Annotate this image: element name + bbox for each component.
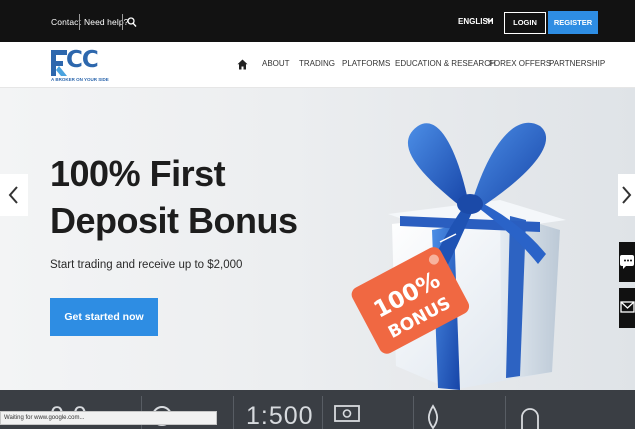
- carousel-prev-button[interactable]: [0, 174, 28, 216]
- logo-tagline: A BROKER ON YOUR SIDE: [51, 77, 109, 82]
- gift-box-illustration: 100% BONUS: [351, 122, 566, 390]
- mail-icon: [620, 301, 635, 313]
- logo-wordmark: CC: [66, 47, 99, 73]
- contact-link[interactable]: Contact: [51, 17, 81, 27]
- chat-icon: [620, 255, 634, 269]
- chevron-down-icon: [486, 18, 493, 23]
- fxcc-logo[interactable]: CC A BROKER ON YOUR SIDE: [51, 47, 121, 84]
- divider: [413, 396, 414, 429]
- chevron-left-icon: [8, 186, 18, 204]
- divider: [322, 396, 323, 429]
- banknote-icon: [334, 404, 360, 429]
- stat-value: 1:500: [246, 402, 314, 429]
- top-utility-bar: Contact Need help? ENGLISH LOGIN REGISTE…: [0, 0, 635, 42]
- hero-banner: 100% First Deposit Bonus Start trading a…: [0, 88, 635, 390]
- divider: [233, 396, 234, 429]
- chevron-right-icon: [622, 186, 632, 204]
- nav-trading[interactable]: TRADING: [299, 59, 335, 68]
- hero-title: 100% First Deposit Bonus: [50, 150, 298, 244]
- nav-education-research[interactable]: EDUCATION & RESEARCH: [395, 59, 496, 68]
- language-selector[interactable]: ENGLISH: [458, 17, 494, 26]
- divider: [505, 396, 506, 429]
- register-button[interactable]: REGISTER: [548, 11, 598, 34]
- nav-about[interactable]: ABOUT: [262, 59, 290, 68]
- email-button[interactable]: [619, 288, 635, 328]
- get-started-button[interactable]: Get started now: [50, 298, 158, 336]
- nav-forex-offers[interactable]: FOREX OFFERS: [489, 59, 551, 68]
- divider: [79, 14, 80, 30]
- stat-icon: [424, 404, 442, 429]
- stat-icon: [518, 402, 542, 429]
- main-header: CC A BROKER ON YOUR SIDE ABOUT TRADING P…: [0, 42, 635, 88]
- search-icon[interactable]: [127, 15, 137, 33]
- carousel-next-button[interactable]: [618, 174, 635, 216]
- nav-partnership[interactable]: PARTNERSHIP: [549, 59, 605, 68]
- logo-mark-icon: [51, 50, 67, 76]
- login-button[interactable]: LOGIN: [504, 12, 546, 34]
- home-icon[interactable]: [237, 57, 248, 75]
- hero-title-line: Deposit Bonus: [50, 200, 298, 241]
- divider: [122, 14, 123, 30]
- nav-platforms[interactable]: PLATFORMS: [342, 59, 390, 68]
- live-chat-button[interactable]: [619, 242, 635, 282]
- hero-title-line: 100% First: [50, 153, 226, 194]
- browser-status-bar: Waiting for www.google.com...: [0, 411, 217, 425]
- hero-subtitle: Start trading and receive up to $2,000: [50, 259, 243, 271]
